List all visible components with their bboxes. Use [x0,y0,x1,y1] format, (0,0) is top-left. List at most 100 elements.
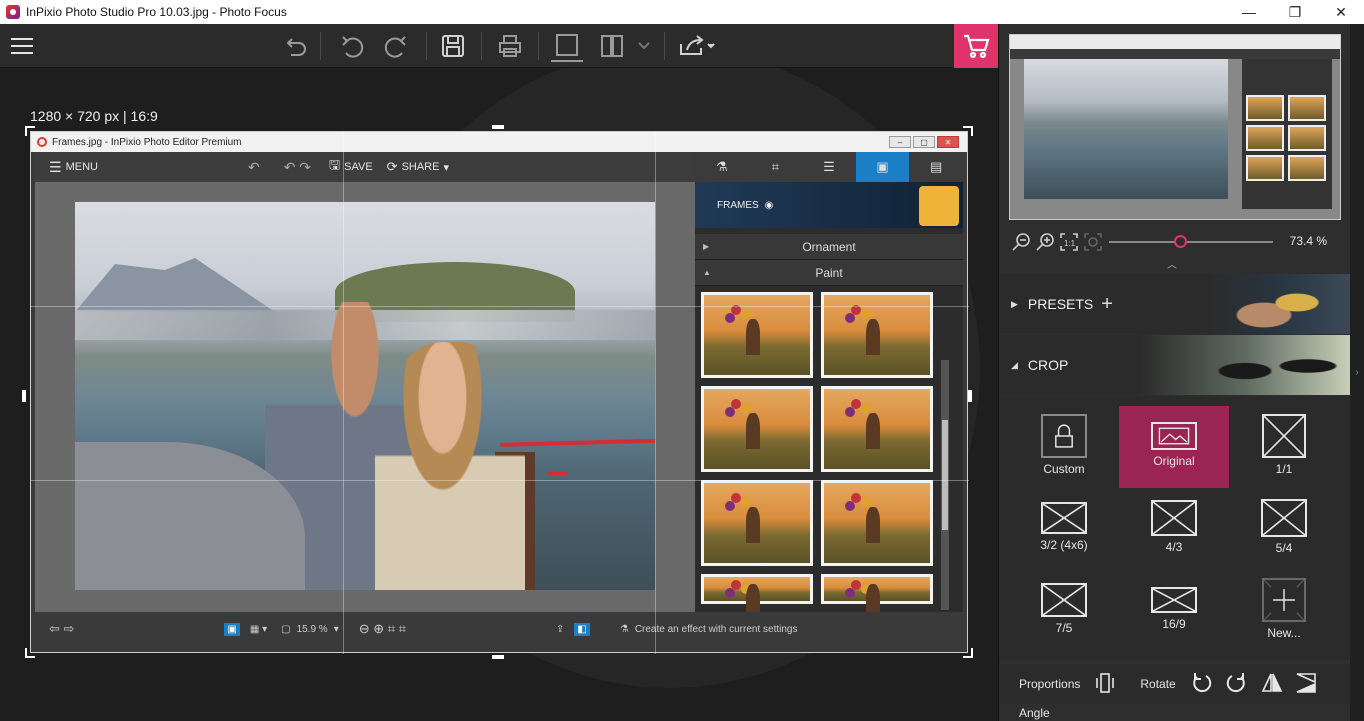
embedded-photo-area [35,182,695,612]
crop-ratio-label: 1/1 [1275,462,1293,476]
image-dimensions-label: 1280 × 720 px | 16:9 [30,108,158,124]
ratio-cross-box-icon [1151,587,1197,613]
hamburger-menu-icon[interactable] [6,30,38,62]
crop-ratio-label: 5/4 [1275,541,1293,555]
angle-label: Angle [1019,706,1050,720]
zoom-slider-track[interactable] [1109,241,1273,243]
embedded-share-label: SHARE [401,161,440,173]
crop-handle-bottom-left[interactable] [25,648,35,658]
embedded-menu-label: MENU [65,161,98,173]
crop-ratio-label: Custom [1043,462,1085,476]
crop-ratio-3-2-4x6[interactable]: 3/2 (4x6) [1009,488,1119,570]
panel-collapse-strip[interactable]: › [1350,24,1364,721]
window-title: InPixio Photo Studio Pro 10.03.jpg - Pho… [26,5,287,19]
fit-to-screen-icon[interactable] [1081,230,1105,254]
save-icon[interactable] [437,30,469,62]
embedded-create-effect-label: Create an effect with current settings [634,623,798,635]
view-dropdown-chevron-icon[interactable] [634,30,654,62]
embedded-accordion-paint: ▲ Paint [695,260,963,286]
svg-text:1:1: 1:1 [1064,239,1076,248]
lock-icon [1041,414,1087,458]
crop-ratio-4-3[interactable]: 4/3 [1119,488,1229,570]
image-canvas[interactable]: 1280 × 720 px | 16:9 Frames.jpg - InPixi… [0,68,998,721]
close-button[interactable]: ✕ [1318,0,1364,24]
app-logo-icon [6,5,20,19]
zoom-in-icon[interactable] [1033,230,1057,254]
crop-handle-bottom-right[interactable] [963,648,973,658]
main-toolbar [0,24,998,68]
zoom-percentage: 73.4 % [1289,234,1327,248]
rotate-label: Rotate [1140,677,1176,691]
crop-options-row: Proportions Rotate [999,664,1351,704]
rotate-right-icon[interactable] [1224,671,1248,698]
cart-button[interactable] [954,24,998,68]
rotate-left-icon[interactable] [1190,671,1214,698]
cart-icon [964,34,990,59]
flip-vertical-icon[interactable] [1294,671,1318,698]
undo-icon[interactable] [336,30,368,62]
crop-handle-top-left[interactable] [25,126,35,136]
ratio-cross-box-icon [1041,583,1087,617]
crop-ratio-label: 4/3 [1165,540,1183,554]
actual-size-icon[interactable]: 1:1 [1057,230,1081,254]
split-view-icon[interactable] [596,30,628,62]
crop-handle-right[interactable] [968,390,972,402]
zoom-out-icon[interactable] [1009,230,1033,254]
crop-ratio-label: 3/2 (4x6) [1040,538,1088,552]
crop-ratio-grid: Custom Original 1/1 3/2 (4x6) 4/3 5/4 7/5 16/9 N… [999,396,1351,660]
crop-handle-top[interactable] [492,125,504,129]
embedded-zoom-value: 15.9 % [296,623,328,635]
crop-ratio-custom[interactable]: Custom [1009,406,1119,488]
add-preset-icon[interactable]: + [1101,293,1113,316]
ratio-cross-box-icon [1151,500,1197,536]
embedded-side-panel: ⚗ ⌗ ☰ ▣ ▤ FRAMES ◉ ▶ Ornament ▲ Paint [695,152,963,621]
ratio-cross-box-icon [1261,499,1307,537]
collapse-arrow-icon: ◢ [1011,359,1018,370]
crop-label: CROP [1027,357,1069,373]
crop-banner-image [1203,341,1343,391]
edited-image[interactable]: Frames.jpg - InPixio Photo Editor Premiu… [30,131,969,654]
crop-ratio-1-1[interactable]: 1/1 [1229,406,1339,488]
ratio-cross-box-icon [1041,502,1087,534]
crop-handle-left[interactable] [22,390,26,402]
print-icon[interactable] [494,30,526,62]
crop-handle-bottom[interactable] [492,655,504,659]
share-icon[interactable] [676,30,720,62]
embedded-toolbar: ☰ MENU ↶ ↶ ↷ 🖫 SAVE ⟳ SHARE ▾ [35,152,695,182]
redo-icon[interactable] [380,30,412,62]
crop-ratio-new[interactable]: New... [1229,570,1339,652]
crop-ratio-original[interactable]: Original [1119,406,1229,488]
single-view-icon[interactable] [551,30,583,62]
crop-ratio-5-4[interactable]: 5/4 [1229,488,1339,570]
collapse-navigator-icon[interactable]: ︿ [1167,256,1177,271]
selfie-photo [75,202,655,590]
presets-label: PRESETS [1027,296,1094,312]
embedded-title-bar: Frames.jpg - InPixio Photo Editor Premiu… [31,132,967,152]
embedded-frames-label: FRAMES [717,199,759,211]
flip-horizontal-icon[interactable] [1260,671,1284,698]
crop-ratio-16-9[interactable]: 16/9 [1119,570,1229,652]
crop-handle-top-right[interactable] [963,126,973,136]
zoom-controls: 1:1 73.4 % [1009,230,1341,254]
crop-ratio-7-5[interactable]: 7/5 [1009,570,1119,652]
zoom-slider-handle[interactable] [1173,235,1187,248]
crop-ratio-label: New... [1267,626,1301,640]
title-bar: InPixio Photo Studio Pro 10.03.jpg - Pho… [0,0,1364,24]
presets-banner-image [1231,280,1341,330]
crop-ratio-label: 16/9 [1162,617,1186,631]
presets-section-header[interactable]: ▶ PRESETS + [999,274,1351,334]
embedded-window-title: Frames.jpg - InPixio Photo Editor Premiu… [52,136,242,148]
right-panel: 1:1 73.4 % ︿ ▶ PRESETS + ◢ CROP Custom Or… [998,24,1351,721]
navigator-preview[interactable] [1009,34,1341,220]
ratio-cross-box-icon [1262,414,1306,458]
embedded-save-label: SAVE [344,161,373,173]
crop-section-header[interactable]: ◢ CROP [999,335,1351,395]
undo-all-icon[interactable] [280,30,312,62]
original-image-icon [1151,422,1197,450]
crop-ratio-label: Original [1153,454,1195,468]
embedded-bottom-bar: ⇦ ⇨ ▣ ▦ ▾ ▢ 15.9 % ▾ ⊖ ⊕ ⌗ ⌗ ⇪ ◧ ⚗ Creat… [35,612,963,646]
new-ratio-plus-icon [1262,578,1306,622]
swap-proportions-icon[interactable] [1094,672,1116,697]
minimize-button[interactable]: — [1226,0,1272,24]
maximize-button[interactable]: ❐ [1272,0,1318,24]
